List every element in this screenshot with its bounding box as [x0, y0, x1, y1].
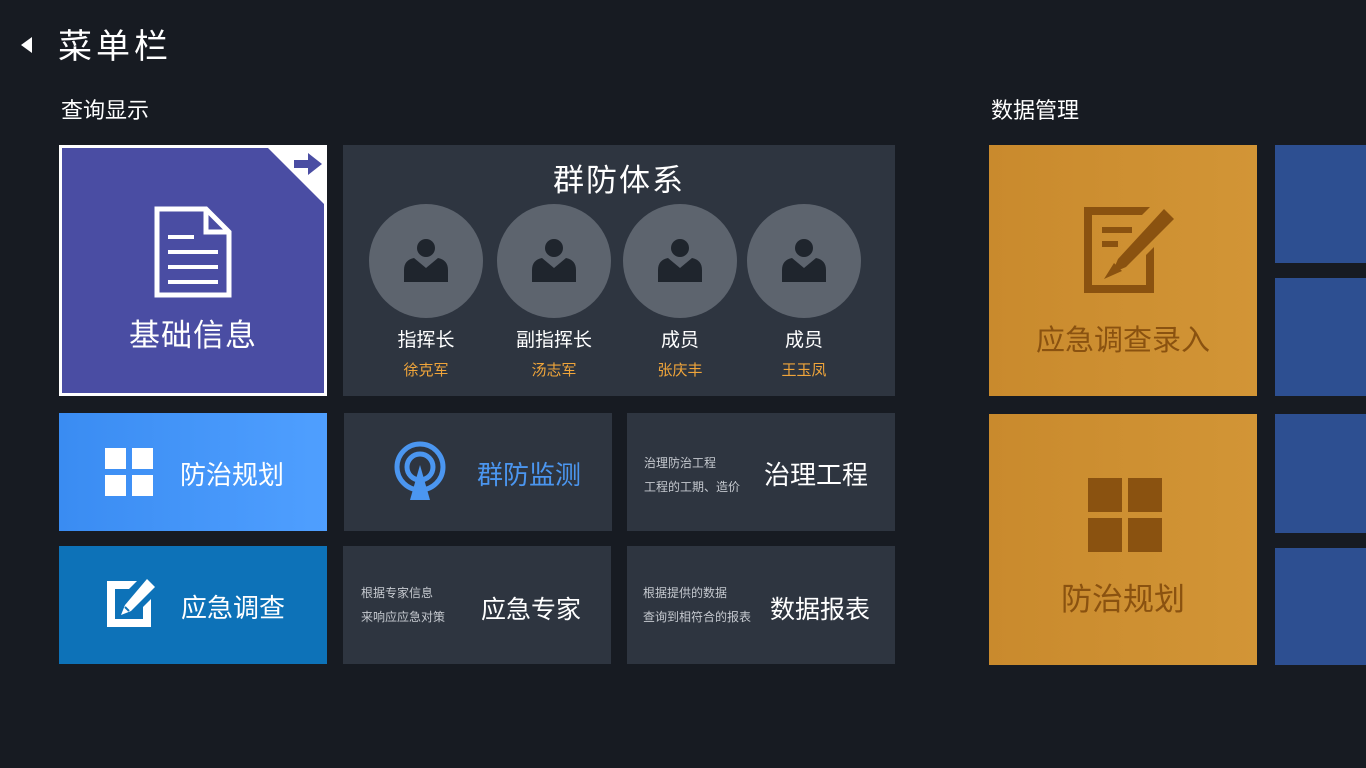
- edit-icon: [107, 579, 155, 627]
- member-card[interactable]: 成员 张庆丰: [616, 204, 744, 380]
- arrow-right-icon: [294, 153, 322, 175]
- tile-label: 应急调查: [181, 594, 286, 624]
- person-icon: [782, 239, 826, 282]
- member-role: 副指挥长: [515, 329, 592, 351]
- tile-experts[interactable]: 根据专家信息 来响应应急对策 应急专家: [343, 546, 611, 664]
- tile-label: 群防监测: [477, 461, 582, 491]
- avatar: [623, 204, 737, 318]
- avatar: [497, 204, 611, 318]
- tile-partial[interactable]: [1275, 145, 1366, 263]
- broadcast-icon: [394, 441, 446, 500]
- section-title-query: 查询显示: [61, 99, 150, 124]
- tile-description: 治理防治工程 工程的工期、造价: [644, 451, 740, 499]
- member-name: 王玉凤: [781, 361, 827, 379]
- tile-survey-input[interactable]: 应急调查录入: [989, 145, 1257, 396]
- member-card[interactable]: 副指挥长 汤志军: [490, 204, 618, 380]
- tile-reports[interactable]: 根据提供的数据 查询到相符合的报表 数据报表: [627, 546, 895, 664]
- tile-partial[interactable]: [1275, 414, 1366, 533]
- tile-description: 根据专家信息 来响应应急对策: [361, 581, 445, 629]
- tile-monitoring[interactable]: 群防监测: [344, 413, 612, 531]
- back-button[interactable]: [14, 30, 40, 60]
- person-icon: [658, 239, 702, 282]
- desc-line: 根据专家信息: [361, 586, 434, 600]
- tile-label: 防治规划: [1061, 582, 1185, 618]
- edit-form-icon: [1084, 207, 1174, 293]
- tile-prevention-plan[interactable]: 防治规划: [59, 413, 327, 531]
- tile-description: 根据提供的数据 查询到相符合的报表: [643, 581, 751, 629]
- tile-defense-system[interactable]: 群防体系 指挥长 徐克军 副指挥长 汤志军 成员 张庆丰 成员 王玉凤: [343, 145, 895, 396]
- desc-line: 工程的工期、造价: [644, 480, 741, 494]
- tile-emergency-survey[interactable]: 应急调查: [59, 546, 327, 664]
- page-title: 菜单栏: [58, 27, 172, 67]
- tile-label: 防治规划: [180, 461, 285, 491]
- tile-basic-info[interactable]: 基础信息: [59, 145, 327, 396]
- tile-label: 治理工程: [764, 461, 869, 491]
- desc-line: 根据提供的数据: [643, 586, 728, 600]
- document-icon: [154, 206, 232, 298]
- person-icon: [404, 239, 448, 282]
- member-role: 成员: [784, 329, 823, 351]
- member-role: 成员: [660, 329, 699, 351]
- member-name: 徐克军: [403, 361, 449, 379]
- avatar: [369, 204, 483, 318]
- member-name: 汤志军: [531, 361, 577, 379]
- desc-line: 治理防治工程: [644, 456, 717, 470]
- windows-grid-icon: [105, 448, 153, 496]
- tile-label: 基础信息: [129, 318, 257, 354]
- tile-partial[interactable]: [1275, 548, 1366, 665]
- tile-label: 应急专家: [481, 595, 582, 624]
- tile-partial[interactable]: [1275, 278, 1366, 396]
- member-role: 指挥长: [397, 329, 455, 351]
- member-name: 张庆丰: [657, 361, 703, 379]
- back-triangle-icon: [21, 37, 32, 53]
- windows-grid-icon: [1088, 478, 1162, 552]
- person-icon: [532, 239, 576, 282]
- member-card[interactable]: 成员 王玉凤: [740, 204, 868, 380]
- tile-engineering[interactable]: 治理防治工程 工程的工期、造价 治理工程: [627, 413, 895, 531]
- desc-line: 来响应应急对策: [361, 610, 446, 624]
- tile-label: 数据报表: [770, 595, 871, 624]
- tile-title: 群防体系: [553, 163, 685, 199]
- member-card[interactable]: 指挥长 徐克军: [362, 204, 490, 380]
- section-title-data-management: 数据管理: [991, 99, 1080, 124]
- tile-prevention-plan-2[interactable]: 防治规划: [989, 414, 1257, 665]
- avatar: [747, 204, 861, 318]
- desc-line: 查询到相符合的报表: [643, 610, 752, 624]
- tile-label: 应急调查录入: [1035, 323, 1210, 357]
